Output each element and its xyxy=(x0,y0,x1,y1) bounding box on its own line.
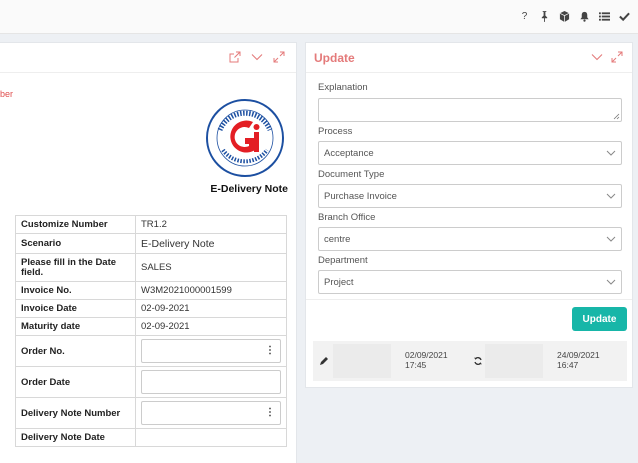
row-value: W3M2021000001599 xyxy=(135,281,287,300)
document-title: E-Delivery Note xyxy=(210,183,288,195)
delivery-note-number-cell: ⋮ xyxy=(135,397,287,429)
updated-time: 16:47 xyxy=(557,360,579,370)
document-panel-tools xyxy=(228,50,286,64)
branch-office-label: Branch Office xyxy=(318,212,376,223)
created-time: 17:45 xyxy=(405,360,427,370)
divider xyxy=(306,299,632,300)
updated-timestamp: 24/09/2021 16:47 xyxy=(557,350,600,370)
updated-date: 24/09/2021 xyxy=(557,350,600,360)
document-type-label: Document Type xyxy=(318,169,385,180)
order-date-input[interactable] xyxy=(141,370,281,394)
process-value: Acceptance xyxy=(324,148,374,159)
row-label: Order Date xyxy=(15,366,136,398)
created-date: 02/09/2021 xyxy=(405,350,448,360)
update-panel-tools xyxy=(590,50,624,64)
row-label: Please fill in the Date field. xyxy=(15,253,136,282)
external-link-icon[interactable] xyxy=(228,50,242,64)
pin-icon[interactable] xyxy=(539,10,550,22)
row-label: Customize Number xyxy=(15,215,136,234)
pencil-icon xyxy=(320,357,328,365)
row-value: 02-09-2021 xyxy=(135,299,287,318)
row-value: TR1.2 xyxy=(135,215,287,234)
resize-grip-icon[interactable] xyxy=(613,113,620,120)
department-select[interactable]: Project xyxy=(318,270,622,294)
chevron-down-icon[interactable] xyxy=(590,50,604,64)
order-no-input[interactable]: ⋮ xyxy=(141,339,281,363)
table-row: Invoice No. W3M2021000001599 xyxy=(15,281,287,300)
row-value xyxy=(135,428,287,447)
table-row: Order No. ⋮ xyxy=(15,335,287,367)
table-row: Customize Number TR1.2 xyxy=(15,215,287,234)
update-panel: Update Explanation Process Acceptance Do… xyxy=(305,42,633,388)
order-date-cell xyxy=(135,366,287,398)
top-bar: ? xyxy=(0,0,638,34)
ministry-seal-logo xyxy=(205,98,285,178)
sync-icon xyxy=(474,357,482,365)
branch-office-select[interactable]: centre xyxy=(318,227,622,251)
row-label: Scenario xyxy=(15,233,136,254)
update-button[interactable]: Update xyxy=(572,307,627,331)
row-label: Delivery Note Number xyxy=(15,397,136,429)
updater-avatar xyxy=(485,344,543,378)
panel-title: Update xyxy=(314,51,355,65)
branch-office-value: centre xyxy=(324,234,351,245)
explanation-label: Explanation xyxy=(318,82,368,93)
change-history: 02/09/2021 17:45 24/09/2021 16:47 xyxy=(313,341,627,381)
check-icon[interactable] xyxy=(619,10,630,22)
explanation-textarea[interactable] xyxy=(318,98,622,122)
chevron-down-icon xyxy=(606,279,616,285)
top-bar-icons: ? xyxy=(519,10,630,22)
row-label: Invoice Date xyxy=(15,299,136,318)
expand-icon[interactable] xyxy=(272,50,286,64)
list-icon[interactable] xyxy=(599,10,610,22)
order-no-cell: ⋮ xyxy=(135,335,287,367)
update-panel-header: Update xyxy=(306,43,632,73)
row-label: Delivery Note Date xyxy=(15,428,136,447)
document-type-select[interactable]: Purchase Invoice xyxy=(318,184,622,208)
row-label: Invoice No. xyxy=(15,281,136,300)
table-row: Delivery Note Number ⋮ xyxy=(15,397,287,429)
row-label: Maturity date xyxy=(15,317,136,336)
chevron-down-icon xyxy=(606,150,616,156)
department-label: Department xyxy=(318,255,368,266)
created-timestamp: 02/09/2021 17:45 xyxy=(405,350,448,370)
table-row: Please fill in the Date field. SALES xyxy=(15,253,287,282)
invoice-info-table: Customize Number TR1.2 Scenario E-Delive… xyxy=(15,215,287,447)
document-panel-header xyxy=(0,43,296,73)
row-value: SALES xyxy=(135,253,287,282)
table-row: Invoice Date 02-09-2021 xyxy=(15,299,287,318)
process-select[interactable]: Acceptance xyxy=(318,141,622,165)
bell-icon[interactable] xyxy=(579,10,590,22)
chevron-down-icon[interactable] xyxy=(250,50,264,64)
creator-avatar xyxy=(333,344,391,378)
row-value: 02-09-2021 xyxy=(135,317,287,336)
department-value: Project xyxy=(324,277,354,288)
process-label: Process xyxy=(318,126,353,137)
row-label: Order No. xyxy=(15,335,136,367)
chevron-down-icon xyxy=(606,236,616,242)
row-value: E-Delivery Note xyxy=(135,233,287,254)
document-type-value: Purchase Invoice xyxy=(324,191,397,202)
required-note-fragment: ber xyxy=(0,89,14,99)
table-row: Delivery Note Date xyxy=(15,428,287,447)
more-vertical-icon[interactable]: ⋮ xyxy=(260,402,280,424)
cube-icon[interactable] xyxy=(559,10,570,22)
more-vertical-icon[interactable]: ⋮ xyxy=(260,340,280,362)
table-row: Order Date xyxy=(15,366,287,398)
expand-icon[interactable] xyxy=(610,50,624,64)
table-row: Maturity date 02-09-2021 xyxy=(15,317,287,336)
chevron-down-icon xyxy=(606,193,616,199)
document-panel: ber E-Delivery Note Customize Number TR1… xyxy=(0,42,297,463)
table-row: Scenario E-Delivery Note xyxy=(15,233,287,254)
delivery-note-number-input[interactable]: ⋮ xyxy=(141,401,281,425)
question-icon[interactable]: ? xyxy=(519,10,530,22)
